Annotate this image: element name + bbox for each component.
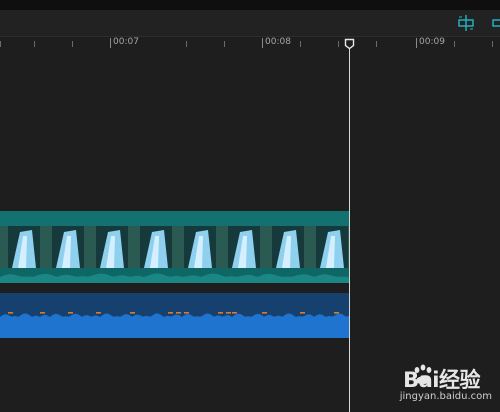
ruler-major-tick bbox=[110, 38, 111, 48]
audio-peak-marker bbox=[130, 312, 135, 314]
audio-peak-marker bbox=[218, 312, 223, 314]
audio-peak-marker bbox=[300, 312, 305, 314]
ruler-minor-tick bbox=[300, 41, 301, 47]
ruler-minor-tick bbox=[454, 41, 455, 47]
audio-peak-marker bbox=[334, 312, 339, 314]
video-thumbnail-frame bbox=[128, 226, 172, 268]
ruler-major-tick bbox=[416, 38, 417, 48]
ruler-label-0008: 00:08 bbox=[265, 37, 291, 47]
audio-waveform bbox=[0, 312, 350, 338]
video-clip-header[interactable] bbox=[0, 211, 350, 226]
ruler-minor-tick bbox=[0, 41, 1, 47]
link-icon[interactable] bbox=[488, 14, 500, 32]
ruler-minor-tick bbox=[224, 41, 225, 47]
audio-peak-marker bbox=[176, 312, 181, 314]
timeline-toolbar bbox=[0, 10, 500, 36]
audio-peak-marker bbox=[168, 312, 173, 314]
split-icon[interactable] bbox=[456, 14, 476, 32]
ruler-label-0007: 00:07 bbox=[113, 37, 139, 47]
ruler-minor-tick bbox=[338, 41, 339, 47]
playhead-line[interactable] bbox=[349, 48, 350, 412]
video-thumbnail-frame bbox=[40, 226, 84, 268]
ruler-minor-tick bbox=[186, 41, 187, 47]
window-top-bar bbox=[0, 0, 500, 10]
playhead-handle[interactable] bbox=[344, 38, 355, 50]
ruler-minor-tick bbox=[34, 41, 35, 47]
audio-peak-marker bbox=[232, 312, 237, 314]
baidu-jingyan-watermark: Bai经验 jingyan.baidu.com bbox=[364, 364, 494, 406]
video-clip-audio-strip bbox=[0, 268, 350, 283]
audio-peak-marker bbox=[226, 312, 231, 314]
video-thumbnail-frame bbox=[304, 226, 348, 268]
video-thumbnail-frame bbox=[172, 226, 216, 268]
video-thumbnail-frame bbox=[84, 226, 128, 268]
ruler-minor-tick bbox=[492, 41, 493, 47]
video-audio-waveform bbox=[0, 273, 350, 283]
ruler-major-tick bbox=[262, 38, 263, 48]
video-clip-thumbnails bbox=[0, 226, 350, 268]
audio-peak-marker bbox=[8, 312, 13, 314]
video-thumbnail-frame bbox=[260, 226, 304, 268]
audio-waveform-body bbox=[0, 313, 350, 338]
watermark-url: jingyan.baidu.com bbox=[399, 391, 492, 402]
audio-peak-marker bbox=[68, 312, 73, 314]
watermark-brand: Bai经验 bbox=[403, 368, 480, 392]
ruler-minor-tick bbox=[376, 41, 377, 47]
audio-peak-marker bbox=[96, 312, 101, 314]
video-thumbnail-frame bbox=[216, 226, 260, 268]
audio-peak-marker bbox=[184, 312, 189, 314]
ruler-label-0009: 00:09 bbox=[419, 37, 445, 47]
audio-peak-marker bbox=[40, 312, 45, 314]
ruler-minor-tick bbox=[72, 41, 73, 47]
audio-peak-marker bbox=[262, 312, 267, 314]
video-thumbnail-frame bbox=[0, 226, 40, 268]
